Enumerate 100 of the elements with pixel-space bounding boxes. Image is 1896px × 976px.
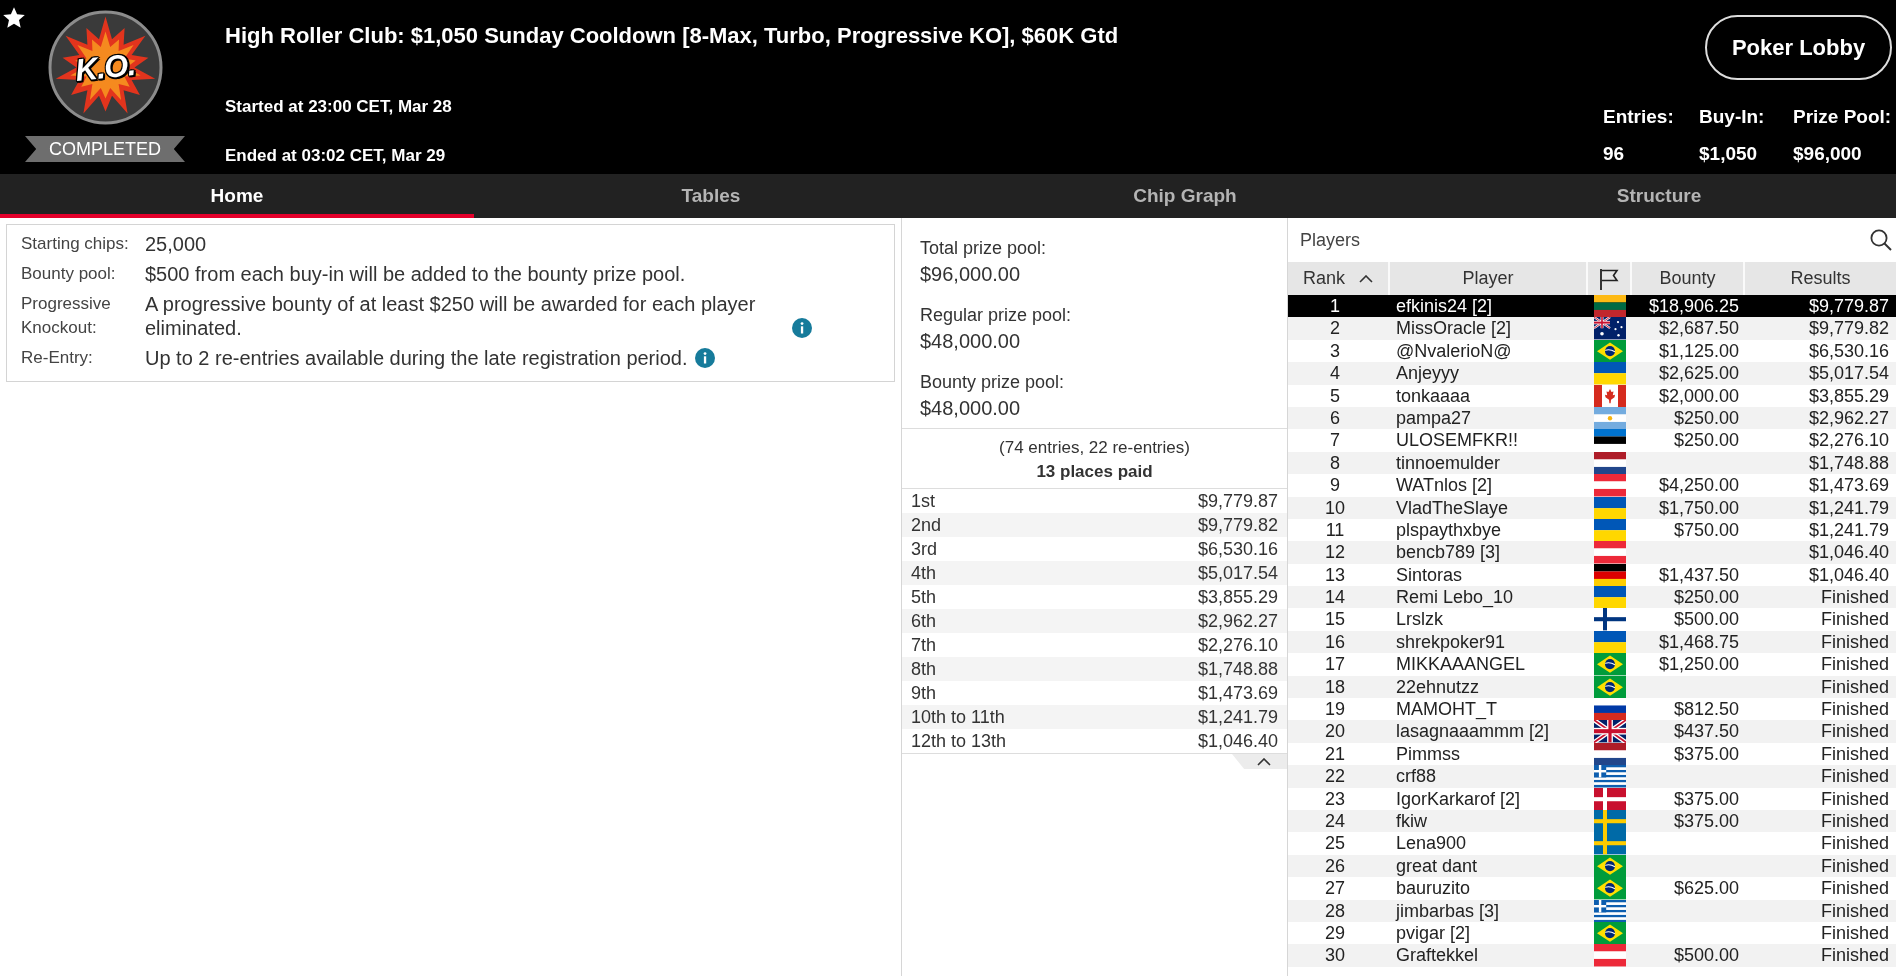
result-cell-text: $1,241.79 bbox=[1807, 518, 1890, 542]
rank-cell-text: 26 bbox=[1324, 854, 1346, 878]
rank-cell-text: 16 bbox=[1324, 630, 1346, 654]
player-name-cell-text: Anjeyyy bbox=[1395, 362, 1461, 385]
result-cell-text: $2,962.27 bbox=[1807, 406, 1890, 430]
rank-cell-text: 21 bbox=[1324, 742, 1346, 766]
bounty-cell-text: $250.00 bbox=[1672, 586, 1740, 609]
flag-icon bbox=[1599, 267, 1619, 290]
stat-value: $96,000 bbox=[1793, 143, 1862, 165]
player-name-cell-text: Sintoras bbox=[1395, 563, 1464, 587]
player-row[interactable]: 8 tinnoemulder $1,748.88 bbox=[1288, 451, 1896, 475]
result-cell-text: Finished bbox=[1819, 698, 1890, 721]
player-name-cell-text: jimbarbas [3] bbox=[1394, 899, 1501, 922]
player-name-cell-text: IgorKarkarof [2] bbox=[1395, 787, 1522, 810]
info-icon[interactable] bbox=[792, 318, 812, 338]
detail-value: Up to 2 re-entries available during the late registration period. bbox=[145, 346, 688, 370]
result-cell-text: Finished bbox=[1819, 675, 1890, 699]
rank-cell-text: 6 bbox=[1329, 406, 1341, 430]
player-name-cell-text: efkinis24 [2] bbox=[1395, 295, 1494, 318]
result-cell-text: $9,779.82 bbox=[1807, 317, 1890, 340]
rank-cell-text: 2 bbox=[1329, 317, 1341, 340]
player-name-cell-text: MAMOHT_T bbox=[1395, 698, 1498, 721]
player-name-cell-text: MIKKAAANGEL bbox=[1395, 653, 1527, 676]
player-row[interactable]: 16 shrekpoker91 $1,468.75 Finished bbox=[1288, 630, 1896, 654]
detail-value: A progressive bounty of at least $250 will be awarded for each player eliminated. bbox=[145, 292, 757, 340]
result-cell-text: Finished bbox=[1819, 653, 1890, 676]
result-cell-text: Finished bbox=[1819, 586, 1890, 609]
stat-label: Prize Pool: bbox=[1793, 106, 1892, 128]
tab[interactable]: Tables bbox=[474, 174, 948, 218]
player-row[interactable]: 26 great dant Finished bbox=[1288, 854, 1896, 878]
player-name-cell-text: fkiw bbox=[1395, 810, 1428, 833]
amount-cell-text: $5,017.54 bbox=[1197, 562, 1278, 585]
amount-cell-text: $3,855.29 bbox=[1197, 586, 1278, 609]
result-cell-text: Finished bbox=[1819, 921, 1890, 945]
player-row[interactable]: 4 Anjeyyy $2,625.00 $5,017.54 bbox=[1288, 362, 1896, 385]
rank-cell-text: 14 bbox=[1324, 586, 1346, 609]
rank-cell-text: 19 bbox=[1324, 698, 1346, 721]
start-time: Started at 23:00 CET, Mar 28 bbox=[225, 96, 453, 118]
rank-cell-text: 9 bbox=[1329, 474, 1341, 497]
amount-cell-text: $1,473.69 bbox=[1197, 682, 1278, 705]
player-name-cell-text: lasagnaaammm [2] bbox=[1395, 720, 1551, 743]
poker-lobby-button[interactable]: Poker Lobby bbox=[1705, 15, 1892, 80]
bounty-cell-text: $437.50 bbox=[1672, 720, 1740, 743]
bounty-cell-text: $375.00 bbox=[1672, 742, 1740, 766]
search-icon[interactable] bbox=[1870, 229, 1892, 251]
player-row[interactable]: 10 VladTheSlaye $1,750.00 $1,241.79 bbox=[1288, 496, 1896, 519]
place-cell-text: 9th bbox=[911, 682, 937, 705]
player-row[interactable]: 18 22ehnutzz Finished bbox=[1288, 675, 1896, 699]
player-row[interactable]: 20 lasagnaaammm [2] $437.50 Finished bbox=[1288, 720, 1896, 743]
collapse-tab[interactable] bbox=[1232, 754, 1287, 769]
result-cell-text: Finished bbox=[1819, 899, 1890, 922]
bounty-cell-text: $812.50 bbox=[1672, 698, 1740, 721]
tab[interactable]: Structure bbox=[1422, 174, 1896, 218]
result-cell-text: Finished bbox=[1819, 630, 1890, 654]
player-row[interactable]: 22 crf88 Finished bbox=[1288, 765, 1896, 788]
amount-cell-text: $2,962.27 bbox=[1197, 610, 1278, 633]
bounty-cell-text: $1,250.00 bbox=[1657, 653, 1740, 676]
place-cell-text: 12th to 13th bbox=[911, 730, 1007, 753]
result-cell-text: Finished bbox=[1819, 810, 1890, 833]
player-row[interactable]: 30 Graftekkel $500.00 Finished bbox=[1288, 944, 1896, 967]
player-row[interactable]: 14 Remi Lebo_10 $250.00 Finished bbox=[1288, 586, 1896, 609]
stat-label: Entries: bbox=[1603, 106, 1674, 128]
player-row[interactable]: 1 efkinis24 [2] $18,906.25 $9,779.87 bbox=[1288, 295, 1896, 318]
result-cell-text: $3,855.29 bbox=[1807, 384, 1890, 407]
end-time: Ended at 03:02 CET, Mar 29 bbox=[225, 145, 447, 167]
bounty-cell-text: $250.00 bbox=[1672, 406, 1740, 430]
player-row[interactable]: 2 MissOracle [2] $2,687.50 $9,779.82 bbox=[1288, 317, 1896, 340]
status-ribbon: COMPLETED bbox=[25, 136, 185, 162]
place-cell-text: 1st bbox=[911, 490, 935, 513]
place-cell-text: 7th bbox=[911, 634, 937, 657]
place-cell-text: 8th bbox=[911, 658, 937, 681]
result-cell-text: $1,241.79 bbox=[1807, 496, 1890, 519]
place-cell-text: 6th bbox=[911, 610, 937, 633]
bounty-cell-text: $1,125.00 bbox=[1657, 339, 1740, 363]
bounty-cell-text: $500.00 bbox=[1672, 944, 1740, 967]
amount-cell-text: $1,241.79 bbox=[1197, 706, 1278, 729]
player-row[interactable]: 6 pampa27 $250.00 $2,962.27 bbox=[1288, 406, 1896, 430]
bounty-cell-text: $375.00 bbox=[1672, 810, 1740, 833]
tab[interactable]: Chip Graph bbox=[948, 174, 1422, 218]
detail-label: Re-Entry: bbox=[21, 347, 94, 369]
amount-cell-text: $9,779.82 bbox=[1197, 514, 1278, 537]
rank-cell-text: 15 bbox=[1324, 608, 1346, 631]
result-cell-text: $1,046.40 bbox=[1807, 541, 1890, 564]
tab[interactable]: Home bbox=[0, 174, 474, 218]
player-row[interactable]: 28 jimbarbas [3] Finished bbox=[1288, 899, 1896, 922]
rank-cell-text: 24 bbox=[1324, 810, 1346, 833]
star-icon[interactable] bbox=[3, 7, 25, 28]
bounty-cell-text: $750.00 bbox=[1672, 518, 1740, 542]
starburst-icon bbox=[47, 10, 163, 125]
tournament-title: High Roller Club: $1,050 Sunday Cooldown [8-Max, Turbo, Progressive KO], $60K Gtd bbox=[225, 22, 1120, 50]
place-cell-text: 4th bbox=[911, 562, 937, 585]
player-row[interactable]: 24 fkiw $375.00 Finished bbox=[1288, 810, 1896, 833]
info-icon[interactable] bbox=[694, 348, 715, 368]
result-cell-text: $5,017.54 bbox=[1807, 362, 1890, 385]
rank-cell-text: 25 bbox=[1324, 832, 1346, 855]
player-name-cell-text: pampa27 bbox=[1395, 406, 1473, 430]
player-row[interactable]: 12 bencb789 [3] $1,046.40 bbox=[1288, 541, 1896, 564]
player-name-cell-text: VladTheSlaye bbox=[1395, 496, 1510, 519]
rank-cell-text: 30 bbox=[1324, 944, 1346, 967]
place-cell-text: 10th to 11th bbox=[911, 706, 1005, 729]
